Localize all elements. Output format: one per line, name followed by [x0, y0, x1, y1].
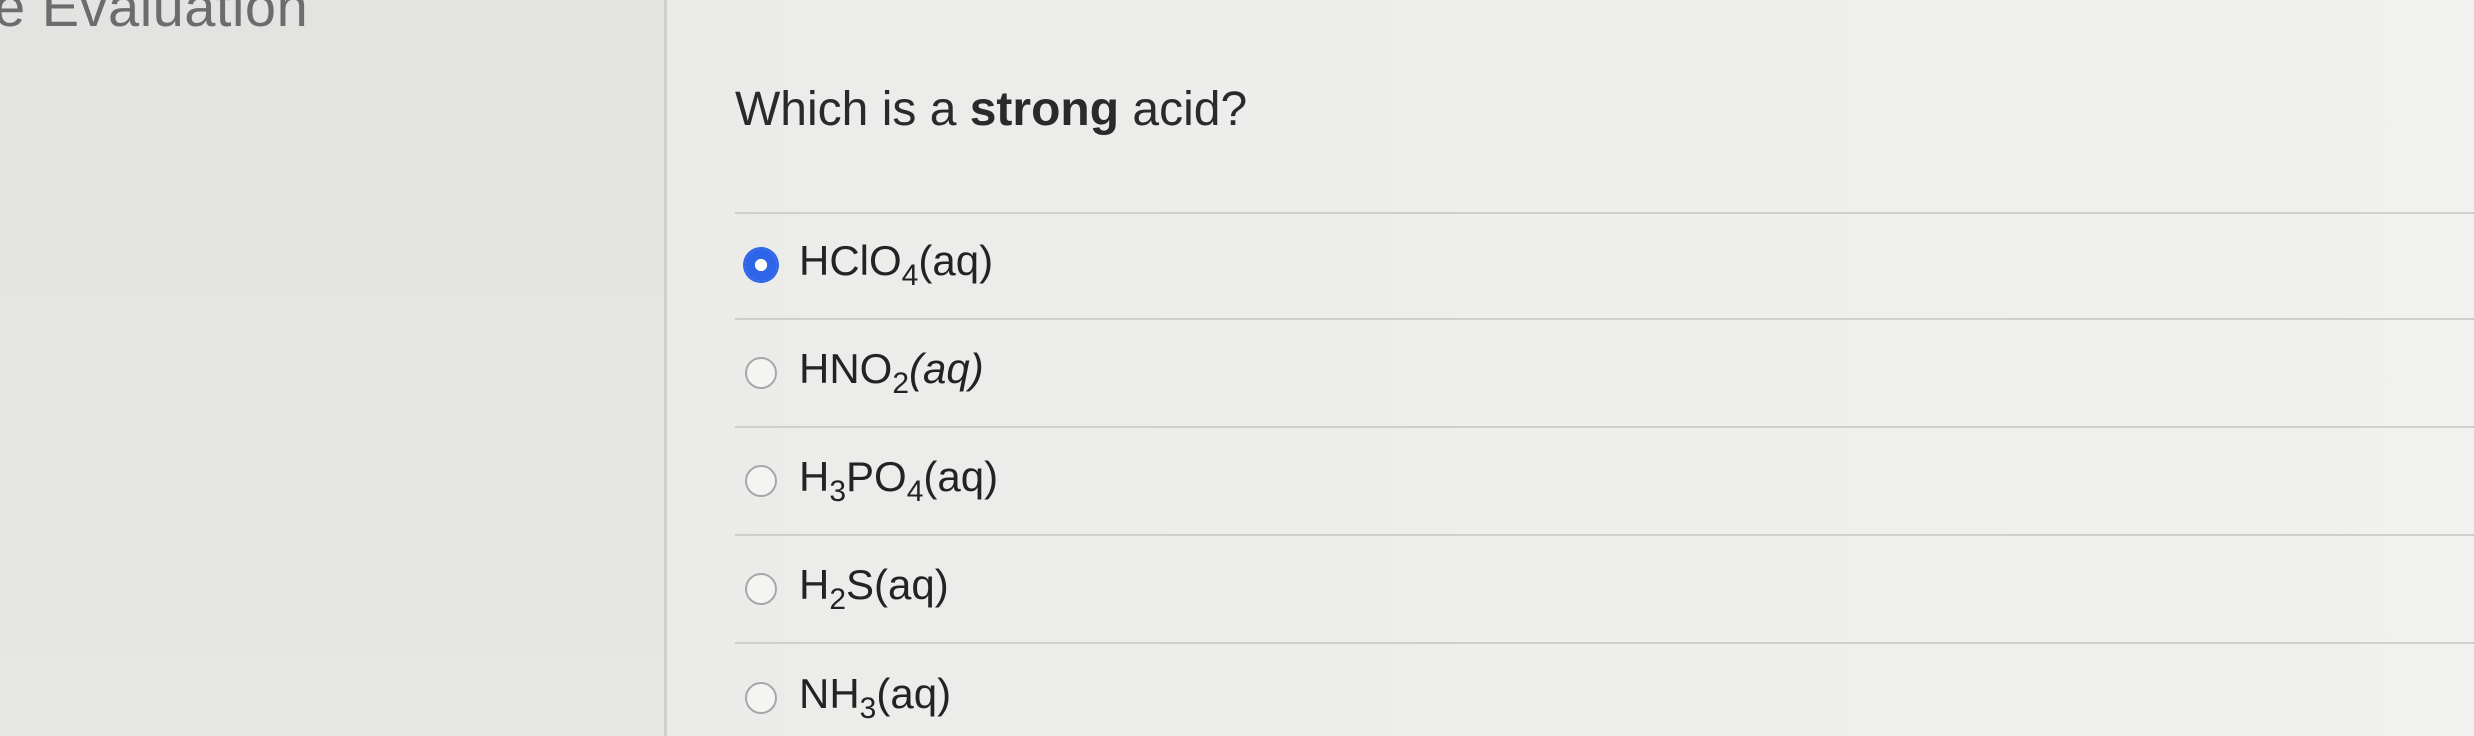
answer-option-h3po4[interactable]: H3PO4(aq): [735, 428, 2474, 536]
formula-part: (aq): [923, 453, 999, 500]
formula-subscript: 4: [906, 475, 924, 508]
question-prefix: Which is a: [735, 83, 970, 136]
formula-part: (aq): [909, 345, 984, 392]
formula-part: S(aq): [846, 561, 949, 608]
answer-label: NH3(aq): [799, 670, 951, 726]
formula-subscript: 3: [829, 475, 847, 508]
formula-subscript: 4: [901, 259, 919, 292]
formula-part: HClO: [799, 237, 902, 284]
answer-label: HClO4(aq): [799, 237, 993, 293]
formula-part: (aq): [876, 670, 952, 717]
left-panel: e Evaluation: [0, 0, 665, 736]
answer-label: HNO2(aq): [799, 345, 984, 401]
answer-option-hclo4[interactable]: HClO4(aq): [735, 212, 2474, 320]
answer-label: H2S(aq): [799, 561, 949, 617]
question-emphasis: strong: [969, 83, 1120, 136]
radio-unselected-icon[interactable]: [745, 357, 777, 389]
radio-unselected-icon[interactable]: [745, 465, 777, 497]
question-text: Which is a strong acid?: [735, 82, 1247, 137]
radio-selected-icon[interactable]: [745, 249, 777, 281]
radio-unselected-icon[interactable]: [745, 682, 777, 714]
question-suffix: acid?: [1119, 83, 1248, 136]
radio-unselected-icon[interactable]: [745, 573, 777, 605]
formula-part: NH: [799, 670, 860, 717]
formula-part: PO: [846, 453, 907, 500]
question-panel: Which is a strong acid? HClO4(aq) HNO2(a…: [667, 0, 2474, 736]
formula-subscript: 2: [829, 583, 847, 616]
section-title: e Evaluation: [0, 0, 309, 38]
answer-label: H3PO4(aq): [799, 453, 998, 509]
answer-option-hno2[interactable]: HNO2(aq): [735, 320, 2474, 428]
answer-option-nh3[interactable]: NH3(aq): [735, 644, 2474, 736]
formula-part: H: [799, 453, 830, 500]
formula-subscript: 3: [859, 692, 877, 725]
formula-part: (aq): [918, 237, 994, 284]
formula-part: H: [799, 561, 830, 608]
quiz-page: e Evaluation Which is a strong acid? HCl…: [0, 0, 2474, 736]
formula-subscript: 2: [892, 367, 910, 400]
answer-option-h2s[interactable]: H2S(aq): [735, 536, 2474, 644]
formula-part: HNO: [799, 345, 893, 392]
